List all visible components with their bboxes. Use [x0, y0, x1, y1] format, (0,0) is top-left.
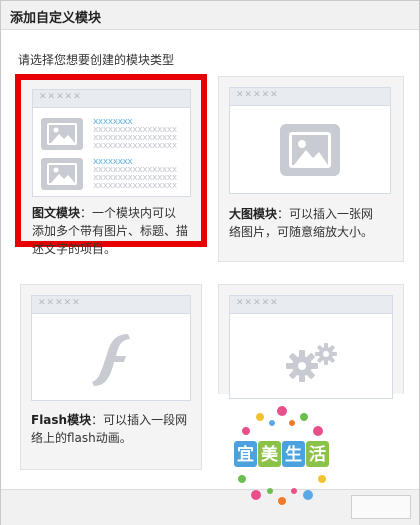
module-description: 图文模块：一个模块内可以 添加多个带有图片、标题、描 述文字的项目。 [32, 206, 189, 256]
module-description: Flash模块：可以插入一段网 络上的flash动画。 [31, 413, 188, 445]
module-card-large-image[interactable]: ✕✕✕✕✕ 大图模块：可以插入一张网 络图片，可随意缩放大小。 [218, 76, 404, 262]
module-preview: ✕✕✕✕✕ [229, 295, 393, 399]
watermark-logo: 宜 美 生 活 [234, 406, 329, 505]
module-preview: ✕✕✕✕✕ [31, 295, 191, 401]
preview-text-lines: xxxxxxxx xxxxxxxxxxxxxxxxx xxxxxxxxxxxxx… [93, 157, 177, 191]
module-card-flash[interactable]: ✕✕✕✕✕ Flash模块：可以插入一段网 络上的flash动画。 [20, 284, 202, 470]
preview-stars: ✕✕✕✕✕ [39, 92, 82, 102]
watermark-char: 宜 [237, 444, 254, 465]
preview-stars: ✕✕✕✕✕ [236, 298, 279, 308]
dialog-footer [1, 489, 419, 525]
module-type-prompt: 请选择您想要创建的模块类型 [18, 53, 175, 67]
preview-text-lines: xxxxxxxx xxxxxxxxxxxxxxxxx xxxxxxxxxxxxx… [93, 117, 177, 151]
gears-icon [286, 343, 337, 382]
close-icon[interactable] [387, 5, 407, 25]
preview-stars: ✕✕✕✕✕ [38, 298, 81, 308]
preview-title-bar: ✕✕✕✕✕ [230, 88, 390, 106]
preview-title-bar: ✕✕✕✕✕ [33, 90, 190, 108]
module-name: 大图模块 [229, 207, 278, 221]
footer-button[interactable] [351, 495, 411, 519]
preview-title-bar: ✕✕✕✕✕ [32, 296, 190, 314]
module-name: 图文模块 [32, 206, 81, 220]
preview-stars: ✕✕✕✕✕ [236, 90, 279, 100]
module-preview: ✕✕✕✕✕ [229, 87, 391, 194]
watermark-char: 活 [309, 444, 326, 465]
module-card-image-text[interactable]: ✕✕✕✕✕ xxxxxxxx xxxxxxxxxxxxxxxxx xxxxxxx… [15, 74, 207, 256]
dialog-title: 添加自定义模块 [10, 11, 102, 26]
watermark-char: 美 [261, 444, 279, 465]
add-module-dialog: 添加自定义模块 请选择您想要创建的模块类型 ✕✕✕✕✕ xxxxxxxx xxx… [0, 0, 420, 525]
picture-icon [41, 118, 83, 150]
module-description: 大图模块：可以插入一张网 络图片，可随意缩放大小。 [229, 207, 374, 239]
watermark-char: 生 [285, 444, 302, 465]
module-name: Flash模块 [31, 413, 92, 427]
picture-icon [41, 158, 83, 190]
module-preview: ✕✕✕✕✕ xxxxxxxx xxxxxxxxxxxxxxxxx xxxxxxx… [32, 89, 191, 197]
preview-title-bar: ✕✕✕✕✕ [230, 296, 392, 314]
large-picture-icon [280, 124, 340, 176]
dialog-title-bar: 添加自定义模块 [1, 1, 419, 30]
module-card-app[interactable]: ✕✕✕✕✕ [218, 284, 404, 399]
flash-icon [92, 334, 130, 386]
